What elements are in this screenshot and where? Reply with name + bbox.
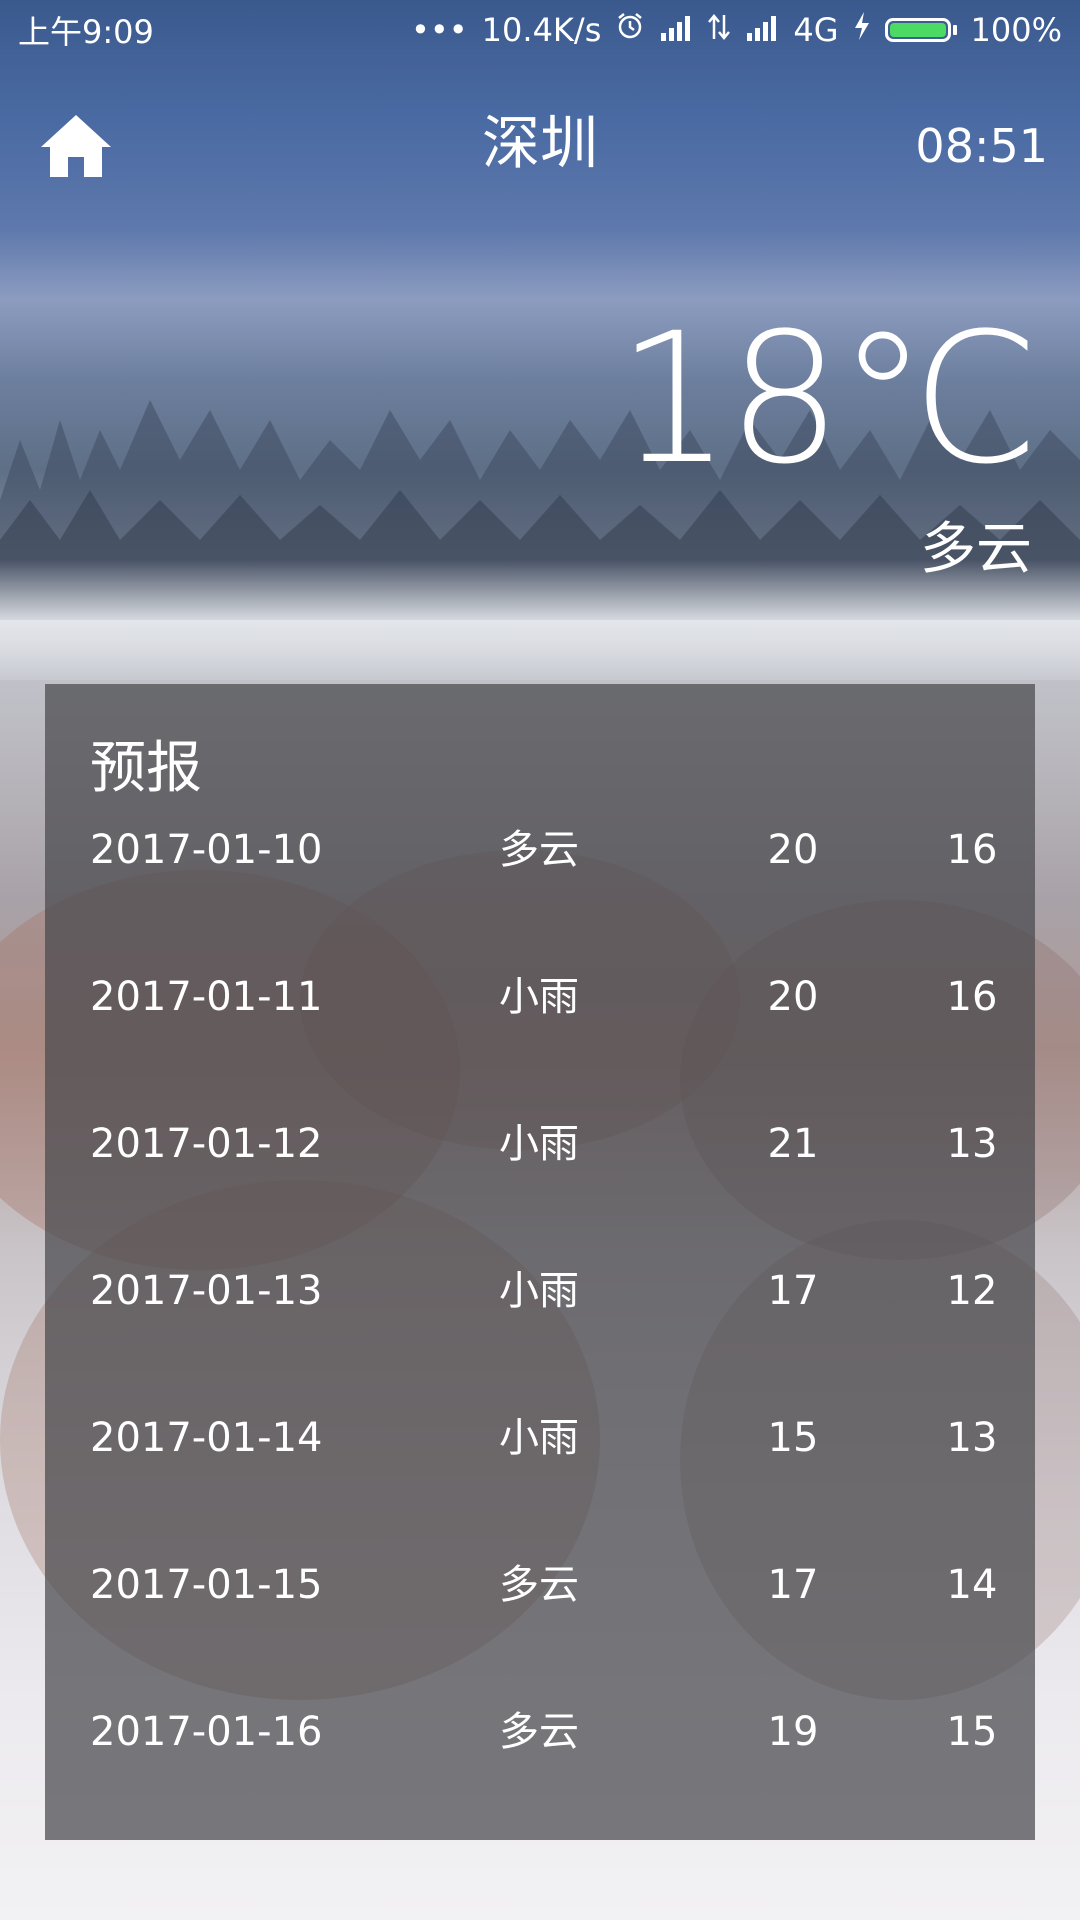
battery-percent: 100% (970, 11, 1062, 49)
forecast-max-temp: 17 (767, 1562, 819, 1608)
forecast-min-temp: 13 (946, 1415, 998, 1461)
forecast-condition: 小雨 (499, 1121, 579, 1167)
signal-icon (659, 11, 693, 49)
forecast-row: 2017-01-16 多云 19 15 (45, 1702, 1035, 1849)
forecast-date: 2017-01-15 (90, 1562, 323, 1608)
net-speed: 10.4K/s (481, 11, 602, 49)
current-temperature: 18℃ (616, 295, 1040, 504)
forecast-date: 2017-01-14 (90, 1415, 323, 1461)
network-type: 4G (793, 11, 839, 49)
forecast-min-temp: 16 (946, 974, 998, 1020)
charging-icon (853, 11, 871, 49)
forecast-row: 2017-01-15 多云 17 14 (45, 1555, 1035, 1702)
forecast-max-temp: 21 (767, 1121, 819, 1167)
forecast-list: 2017-01-10 多云 20 16 2017-01-11 小雨 20 16 … (45, 820, 1035, 1849)
forecast-row: 2017-01-12 小雨 21 13 (45, 1114, 1035, 1261)
forecast-row: 2017-01-10 多云 20 16 (45, 820, 1035, 967)
forecast-max-temp: 17 (767, 1268, 819, 1314)
status-bar: 上午9:09 ••• 10.4K/s 4G 100% (0, 0, 1080, 60)
battery-icon (884, 18, 957, 42)
forecast-date: 2017-01-10 (90, 827, 323, 873)
alarm-icon (615, 11, 645, 49)
forecast-condition: 小雨 (499, 1415, 579, 1461)
forecast-row: 2017-01-13 小雨 17 12 (45, 1261, 1035, 1408)
data-arrows-icon (707, 11, 731, 49)
weather-screen: 上午9:09 ••• 10.4K/s 4G 100% 深圳 08:51 18℃ … (0, 0, 1080, 1920)
forecast-condition: 多云 (499, 1709, 579, 1755)
forecast-min-temp: 12 (946, 1268, 998, 1314)
current-condition: 多云 (920, 517, 1032, 582)
forecast-min-temp: 15 (946, 1709, 998, 1755)
forecast-max-temp: 19 (767, 1709, 819, 1755)
forecast-max-temp: 20 (767, 827, 819, 873)
forecast-panel: 预报 2017-01-10 多云 20 16 2017-01-11 小雨 20 … (45, 684, 1035, 1840)
header: 深圳 08:51 (0, 100, 1080, 190)
forecast-min-temp: 16 (946, 827, 998, 873)
status-icons: ••• 10.4K/s 4G 100% (411, 11, 1062, 49)
forecast-min-temp: 14 (946, 1562, 998, 1608)
forecast-min-temp: 13 (946, 1121, 998, 1167)
forecast-condition: 小雨 (499, 974, 579, 1020)
forecast-title: 预报 (90, 736, 202, 801)
forecast-date: 2017-01-16 (90, 1709, 323, 1755)
forecast-max-temp: 15 (767, 1415, 819, 1461)
status-time: 上午9:09 (18, 13, 154, 51)
forecast-condition: 小雨 (499, 1268, 579, 1314)
forecast-date: 2017-01-11 (90, 974, 323, 1020)
more-dots-icon: ••• (411, 11, 468, 49)
update-time: 08:51 (915, 119, 1048, 173)
forecast-date: 2017-01-12 (90, 1121, 323, 1167)
fog-band (0, 560, 1080, 680)
forecast-condition: 多云 (499, 1562, 579, 1608)
forecast-row: 2017-01-11 小雨 20 16 (45, 967, 1035, 1114)
forecast-max-temp: 20 (767, 974, 819, 1020)
signal-icon (745, 11, 779, 49)
forecast-date: 2017-01-13 (90, 1268, 323, 1314)
forecast-condition: 多云 (499, 827, 579, 873)
forecast-row: 2017-01-14 小雨 15 13 (45, 1408, 1035, 1555)
